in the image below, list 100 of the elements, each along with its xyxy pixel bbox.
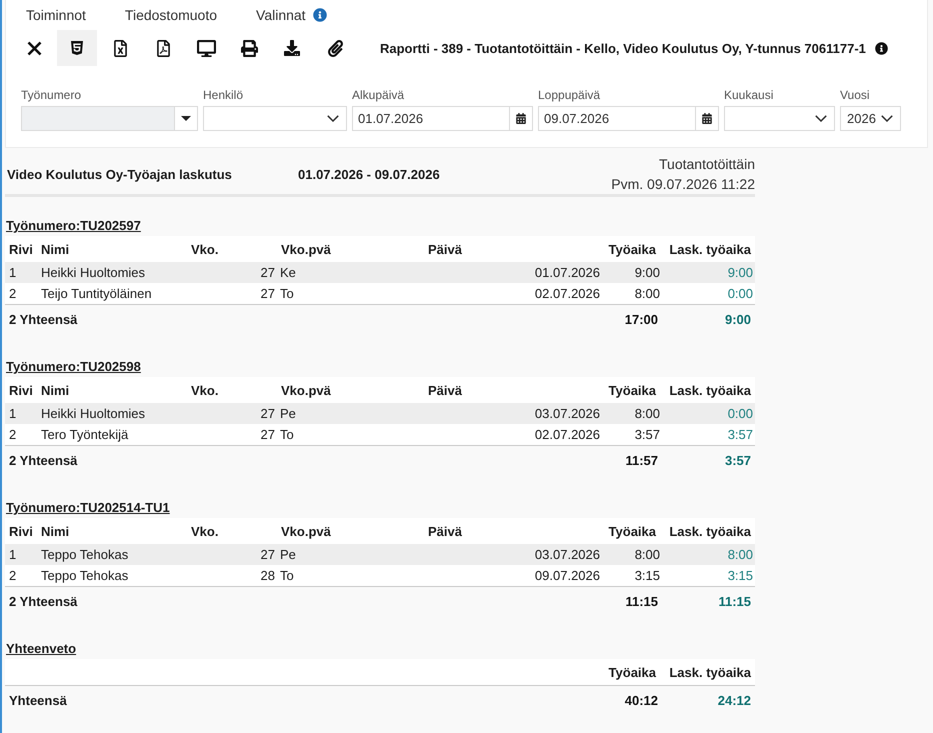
group-title: Työnumero:TU202597: [6, 217, 141, 235]
table-cell: 28: [260, 568, 275, 583]
column-header: Vko.pvä: [281, 524, 331, 538]
report-grouping: Tuotantotöittäin: [659, 155, 755, 174]
column-header: Rivi: [9, 382, 33, 398]
select-field[interactable]: [203, 106, 347, 131]
total-value: 11:57: [625, 452, 658, 468]
html5-icon: [71, 40, 83, 56]
column-header: Lask. työaika: [669, 524, 751, 538]
table-cell: 2: [9, 568, 16, 583]
column-header: Nimi: [41, 382, 70, 398]
column-header: Työaika: [608, 242, 656, 256]
column-header: Vko.pvä: [281, 382, 331, 398]
chevron-down-icon: [881, 115, 893, 122]
table-cell: Pe: [280, 406, 296, 421]
select-field[interactable]: 2026: [840, 106, 901, 131]
group-title: Yhteenveto: [6, 640, 76, 658]
column-header: Nimi: [41, 524, 70, 538]
table-cell: 0:00: [728, 286, 753, 301]
column-header: Työaika: [608, 382, 656, 398]
table-cell: Ke: [280, 265, 296, 280]
total-label: 2 Yhteensä: [9, 312, 78, 326]
total-value: 11:15: [625, 594, 658, 608]
table-cell: 27: [260, 265, 275, 280]
report-heading: Video Koulutus Oy-Työajan laskutus: [7, 166, 232, 182]
column-header: Vko.: [191, 382, 218, 398]
group-title: Työnumero:TU202514-TU1: [6, 499, 170, 517]
total-value: 3:57: [724, 452, 751, 468]
chevron-down-icon: [815, 115, 827, 122]
print-date: Pvm. 09.07.2026 11:22: [611, 175, 755, 194]
info-icon: [874, 42, 888, 54]
pdf-file-icon: [156, 40, 170, 56]
column-header: Päivä: [428, 382, 462, 398]
column-header: Työaika: [608, 664, 656, 680]
total-value: 11:15: [718, 594, 751, 608]
total-label: Yhteensä: [9, 692, 67, 708]
report-period: 01.07.2026 - 09.07.2026: [298, 166, 440, 182]
total-value: 9:00: [724, 312, 751, 326]
table-cell: 8:00: [634, 547, 660, 562]
field-label: Työnumero: [21, 88, 82, 102]
calendar-icon: [516, 113, 526, 124]
table-cell: To: [280, 568, 294, 583]
menu-item[interactable]: Tiedostomuoto: [124, 7, 218, 23]
table-cell: Heikki Huoltomies: [41, 265, 146, 280]
html-view-button[interactable]: [57, 30, 97, 66]
table-cell: 09.07.2026: [534, 568, 600, 583]
column-header: Vko.: [191, 524, 218, 538]
table-cell: 01.07.2026: [534, 265, 600, 280]
table-cell: Tero Työntekijä: [41, 427, 128, 442]
column-header: Päivä: [428, 524, 462, 538]
table-cell: 8:00: [634, 406, 660, 421]
calendar-button[interactable]: [696, 106, 719, 131]
date-field[interactable]: 09.07.2026: [538, 106, 696, 131]
table-cell: 1: [9, 265, 16, 280]
field-label: Loppupäivä: [538, 88, 600, 102]
column-header: Rivi: [9, 524, 33, 538]
total-value: 24:12: [718, 692, 751, 708]
table-cell: 8:00: [728, 547, 753, 562]
table-cell: To: [280, 427, 294, 442]
table-cell: 03.07.2026: [534, 547, 600, 562]
column-header: Vko.pvä: [281, 242, 331, 256]
info-icon: [312, 8, 327, 22]
table-cell: Teppo Tehokas: [41, 568, 128, 583]
select-field[interactable]: [724, 106, 835, 131]
table-cell: 1: [9, 406, 16, 421]
table-cell: 27: [260, 427, 275, 442]
spreadsheet-file-icon: [114, 40, 126, 56]
total-label: 2 Yhteensä: [9, 452, 78, 468]
column-header: Työaika: [608, 524, 656, 538]
column-header: Lask. työaika: [669, 382, 751, 398]
calendar-button[interactable]: [510, 106, 533, 131]
table-cell: 1: [9, 547, 16, 562]
field-label: Henkilö: [203, 88, 244, 102]
report-title: Raportti - 389 - Tuotantotöittäin - Kello, Video Koulutus Oy, Y-tunnus 7061177-1: [380, 40, 866, 56]
calendar-icon: [702, 113, 712, 124]
field-label: Vuosi: [840, 88, 870, 102]
table-cell: 2: [9, 427, 16, 442]
table-cell: 2: [9, 286, 16, 301]
table-cell: To: [280, 286, 294, 301]
table-cell: 3:15: [634, 568, 660, 583]
table-cell: 3:57: [634, 427, 660, 442]
total-value: 40:12: [624, 692, 658, 708]
column-header: Lask. työaika: [669, 242, 751, 256]
table-cell: 27: [260, 406, 275, 421]
chevron-down-icon: [327, 115, 339, 122]
menu-item[interactable]: Toiminnot: [26, 7, 86, 23]
group-title: Työnumero:TU202598: [6, 358, 141, 376]
table-cell: 02.07.2026: [534, 286, 600, 301]
field-label: Alkupäivä: [352, 88, 404, 102]
download-icon: [284, 40, 300, 56]
dropdown-button[interactable]: [175, 106, 198, 131]
date-field[interactable]: 01.07.2026: [352, 106, 510, 131]
printer-icon: [240, 40, 258, 56]
column-header: Vko.: [191, 242, 218, 256]
table-cell: 27: [260, 547, 275, 562]
caret-down-icon: [181, 116, 191, 121]
menu-item[interactable]: Valinnat: [256, 7, 306, 23]
paperclip-icon: [328, 40, 342, 56]
table-cell: 9:00: [634, 265, 660, 280]
column-header: Päivä: [428, 242, 462, 256]
